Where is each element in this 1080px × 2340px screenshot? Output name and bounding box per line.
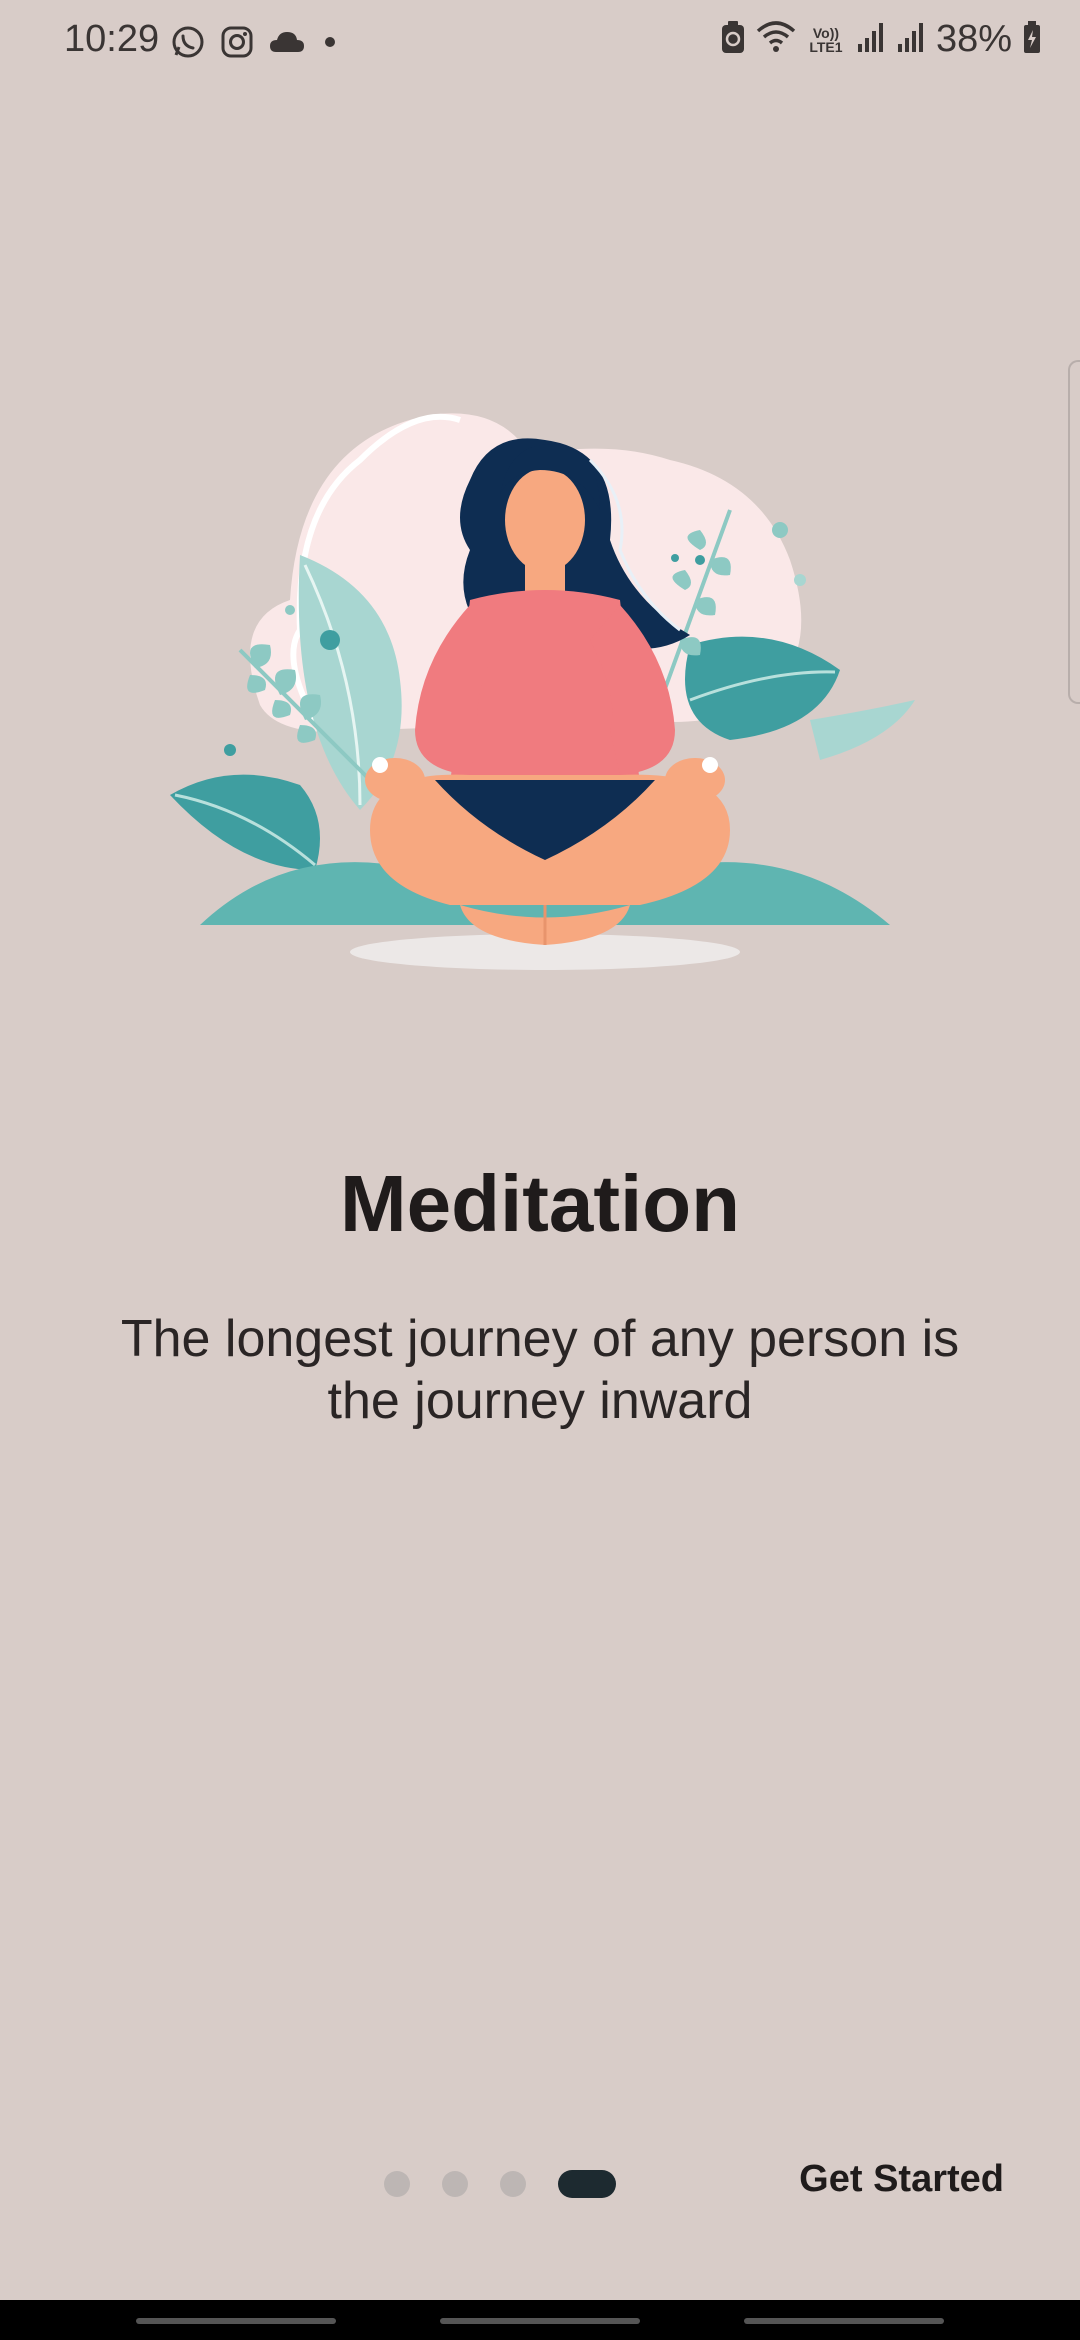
wifi-icon bbox=[756, 19, 796, 60]
onboarding-title: Meditation bbox=[340, 1159, 740, 1248]
meditation-woman-illustration bbox=[170, 400, 930, 990]
whatsapp-icon bbox=[170, 24, 206, 65]
battery-percentage: 38% bbox=[935, 18, 1012, 60]
system-icons: Vo)) LTE1 38% bbox=[720, 18, 1042, 61]
nav-back-handle[interactable] bbox=[744, 2318, 944, 2324]
instagram-icon bbox=[220, 25, 254, 64]
page-dot[interactable] bbox=[500, 2171, 526, 2197]
battery-saver-icon bbox=[720, 19, 746, 60]
signal-icon bbox=[856, 20, 886, 59]
page-indicator bbox=[384, 2170, 616, 2198]
status-bar: 10:29 Vo)) LTE1 38% bbox=[0, 0, 1080, 86]
page-dot-active[interactable] bbox=[558, 2170, 616, 2198]
notification-icons bbox=[170, 24, 340, 65]
volte-indicator: Vo)) LTE1 bbox=[809, 24, 843, 55]
status-time: 10:29 bbox=[64, 18, 160, 60]
battery-icon bbox=[1022, 19, 1042, 60]
edge-panel-handle[interactable] bbox=[1068, 360, 1080, 704]
get-started-button[interactable]: Get Started bbox=[799, 2158, 1004, 2201]
dot-icon bbox=[320, 32, 340, 57]
signal-icon bbox=[896, 20, 926, 59]
page-dot[interactable] bbox=[442, 2171, 468, 2197]
page-dot[interactable] bbox=[384, 2171, 410, 2197]
nav-home-handle[interactable] bbox=[440, 2318, 640, 2324]
navigation-bar bbox=[0, 2300, 1080, 2340]
onboarding-description: The longest journey of any person is the… bbox=[120, 1310, 960, 1430]
cloud-icon bbox=[268, 28, 306, 61]
nav-recents-handle[interactable] bbox=[136, 2318, 336, 2324]
